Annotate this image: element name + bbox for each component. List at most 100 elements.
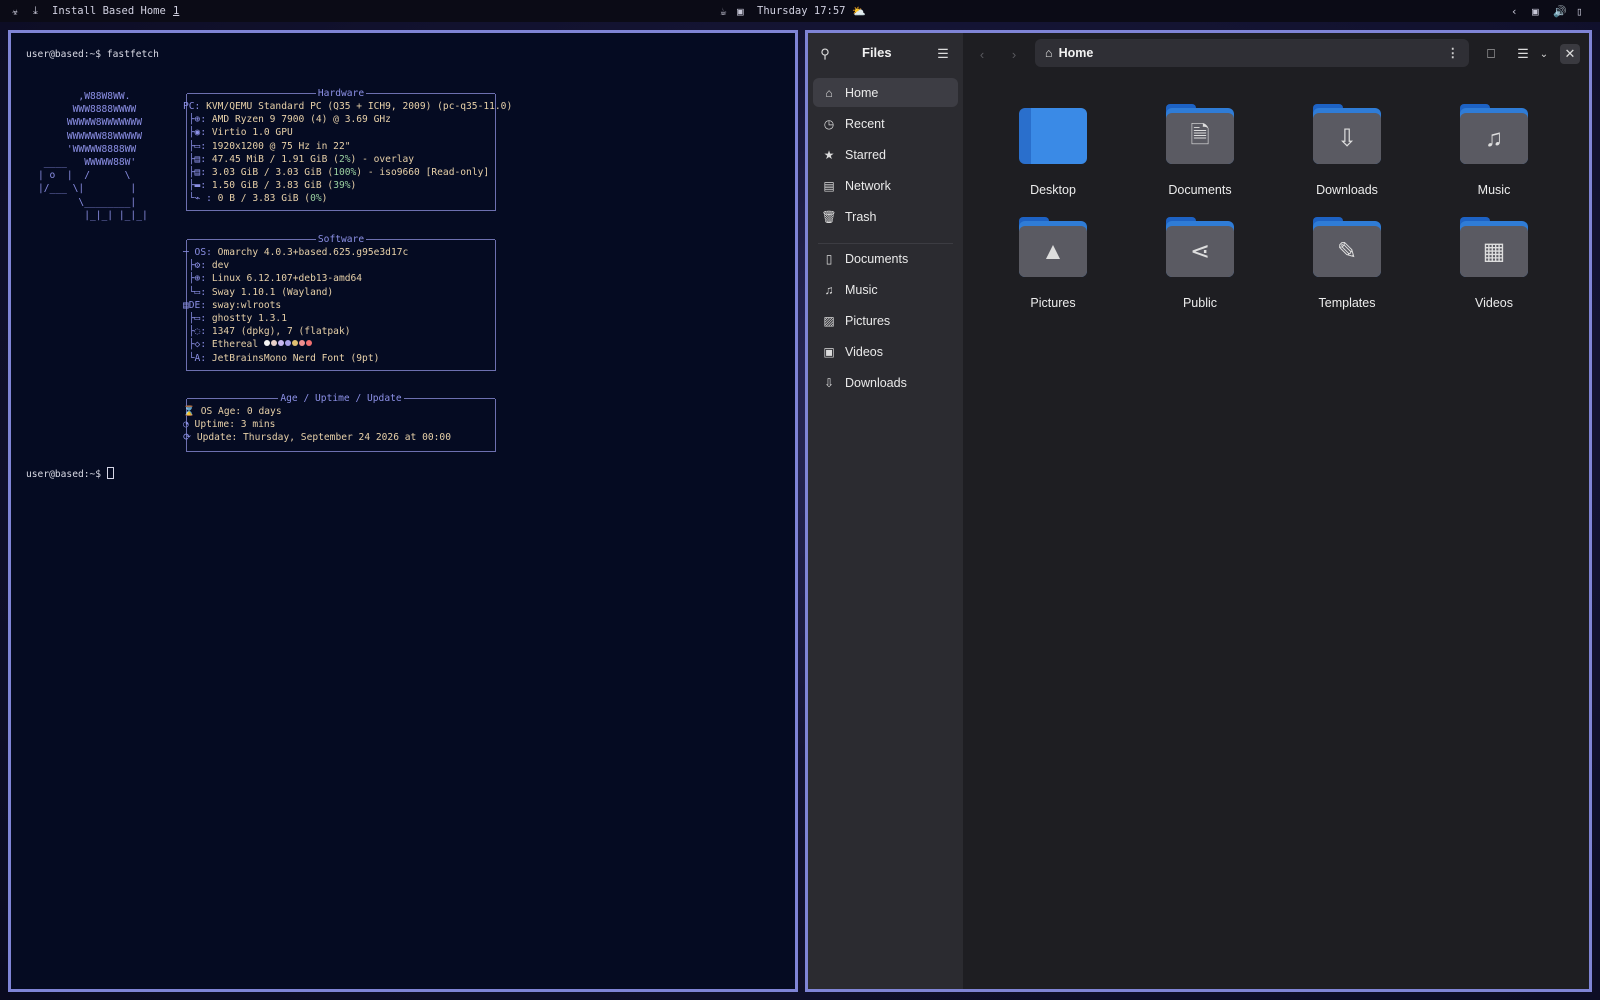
folder-public[interactable]: ⋖ Public — [1140, 193, 1260, 310]
hardware-percent: 39% — [333, 180, 351, 192]
software-value: 1347 (dpkg), 7 (flatpak) — [206, 326, 351, 338]
sidebar-item-videos[interactable]: ▣ Videos — [813, 337, 958, 366]
software-title: Software — [317, 233, 365, 245]
header-bar: ‹ › ⌂ Home ⋮ ⎕ ☰ ⌄ ✕ — [963, 33, 1589, 73]
path-label: Home — [1058, 46, 1094, 60]
sidebar: ⚲ Files ☰ ⌂ Home ◷ Recent ★ Starred ▤ Network 🗑 T… — [808, 33, 963, 989]
templates-folder-icon: ✎ — [1313, 217, 1381, 277]
age-line: ⟳ Update: Thursday, September 24 2026 at… — [183, 431, 451, 444]
software-line: ─ OS: Omarchy 4.0.3+based.625.g95e3d17c — [183, 246, 408, 259]
sidebar-item-starred[interactable]: ★ Starred — [813, 140, 958, 169]
files-window[interactable]: ⚲ Files ☰ ⌂ Home ◷ Recent ★ Starred ▤ Network 🗑 T… — [805, 30, 1592, 992]
folder-templates[interactable]: ✎ Templates — [1287, 193, 1407, 310]
forward-button[interactable]: › — [1003, 43, 1025, 65]
sidebar-item-pictures[interactable]: ▨ Pictures — [813, 306, 958, 335]
sidebar-item-home[interactable]: ⌂ Home — [813, 78, 958, 107]
hardware-value-tail: ) - iso9660 [Read-only] — [356, 167, 490, 179]
hardware-key: ├▤: — [183, 167, 207, 179]
back-button[interactable]: ‹ — [971, 43, 993, 65]
hamburger-menu-icon[interactable]: ☰ — [932, 43, 954, 65]
command-prompt: user@based:~$ fastfetch — [26, 49, 159, 60]
hardware-percent: 100% — [333, 167, 357, 179]
color-swatch — [270, 340, 277, 347]
workspace-indicator[interactable]: 1 — [173, 0, 179, 22]
recent-icon: ◷ — [823, 116, 835, 131]
starred-icon: ★ — [823, 147, 835, 162]
sidebar-item-label: Downloads — [845, 375, 907, 390]
software-key: └A: — [183, 352, 207, 364]
hardware-line: PC: KVM/QEMU Standard PC (Q35 + ICH9, 20… — [183, 100, 512, 113]
folder-music[interactable]: ♫ Music — [1434, 80, 1554, 197]
screen-icon[interactable]: ▣ — [1532, 0, 1539, 22]
software-value: Ethereal — [206, 339, 264, 351]
close-icon[interactable]: ✕ — [1560, 44, 1580, 64]
path-menu-icon[interactable]: ⋮ — [1447, 45, 1460, 60]
software-line: └A: JetBrainsMono Nerd Font (9pt) — [183, 352, 408, 365]
folder-label: Templates — [1318, 296, 1376, 310]
folder-label: Public — [1182, 296, 1218, 310]
hardware-value: 0 B / 3.83 GiB ( — [211, 193, 311, 205]
music-folder-icon: ♫ — [1460, 104, 1528, 164]
software-line: ├◌: 1347 (dpkg), 7 (flatpak) — [183, 325, 408, 338]
hardware-value: 1.50 GiB / 3.83 GiB ( — [206, 180, 334, 192]
software-key: ├▭: — [183, 313, 207, 325]
hardware-line: ├⊕: AMD Ryzen 9 7900 (4) @ 3.69 GHz — [183, 113, 512, 126]
list-view-icon[interactable]: ☰ — [1512, 43, 1534, 65]
weather-icon: ⛅ — [852, 4, 866, 18]
battery-icon[interactable]: ▯ — [1576, 0, 1583, 22]
hardware-value-tail: ) - overlay — [350, 153, 415, 165]
folder-downloads[interactable]: ⇩ Downloads — [1287, 80, 1407, 197]
documents-icon: ▯ — [825, 251, 833, 266]
trash-icon: 🗑 — [821, 209, 837, 224]
path-bar[interactable]: ⌂ Home ⋮ — [1035, 39, 1469, 67]
downloads-folder-icon: ⇩ — [1313, 104, 1381, 164]
pictures-icon: ▨ — [823, 313, 835, 328]
hardware-line: ├▤: 3.03 GiB / 3.03 GiB (100%) - iso9660… — [183, 166, 512, 179]
coffee-icon[interactable]: ☕ — [720, 0, 727, 22]
home-icon: ⌂ — [825, 85, 833, 100]
display-icon[interactable]: ▣ — [737, 0, 744, 22]
software-line: ├▭: ghostty 1.3.1 — [183, 312, 408, 325]
sidebar-item-network[interactable]: ▤ Network — [813, 171, 958, 200]
downloads-icon: ⇩ — [823, 375, 835, 390]
folder-documents[interactable]: 🗎 Documents — [1140, 80, 1260, 197]
chevron-down-icon[interactable]: ⌄ — [1533, 43, 1555, 65]
command-prompt-current[interactable]: user@based:~$ — [26, 467, 114, 481]
folder-grid: Desktop 🗎 Documents ⇩ Downloads ♫ Music ▲ Pictur… — [963, 73, 1589, 989]
sidebar-item-music[interactable]: ♫ Music — [813, 275, 958, 304]
terminal-window[interactable]: user@based:~$ fastfetch ,W88W8WW. WWW888… — [8, 30, 798, 992]
software-value: ghostty 1.3.1 — [206, 313, 287, 325]
sidebar-item-recent[interactable]: ◷ Recent — [813, 109, 958, 138]
hardware-value: KVM/QEMU Standard PC (Q35 + ICH9, 2009) … — [200, 101, 513, 112]
hardware-value: Virtio 1.0 GPU — [206, 127, 293, 139]
sidebar-item-label: Documents — [845, 251, 909, 266]
software-key: ├⊕: — [183, 273, 207, 285]
folder-desktop[interactable]: Desktop — [993, 80, 1113, 197]
hardware-title: Hardware — [317, 87, 365, 99]
desktop-folder-icon — [1019, 104, 1087, 164]
sidebar-item-downloads[interactable]: ⇩ Downloads — [813, 368, 958, 397]
hardware-line: ├◉: Virtio 1.0 GPU — [183, 126, 512, 139]
screenshot-icon[interactable]: ⎕ — [1480, 43, 1502, 65]
volume-icon[interactable]: 🔊 — [1553, 0, 1567, 22]
software-frame: Software ─ OS: Omarchy 4.0.3+based.625.g… — [183, 234, 496, 371]
chevron-left-icon[interactable]: ‹ — [1511, 0, 1518, 22]
clock[interactable]: Thursday 17:57 — [757, 0, 846, 22]
software-line: ├◇: Ethereal — [183, 338, 408, 351]
text-cursor — [106, 467, 114, 479]
distro-logo-icon[interactable]: ☣ — [12, 0, 19, 22]
hardware-value: 3.03 GiB / 3.03 GiB ( — [206, 167, 334, 179]
search-icon[interactable]: ⚲ — [814, 43, 836, 65]
sidebar-item-trash[interactable]: 🗑 Trash — [813, 202, 958, 231]
software-line: ▤DE: sway:wlroots — [183, 299, 408, 312]
folder-videos[interactable]: ▦ Videos — [1434, 193, 1554, 310]
folder-pictures[interactable]: ▲ Pictures — [993, 193, 1113, 310]
sidebar-title: Files — [862, 45, 892, 60]
sidebar-item-label: Trash — [845, 209, 877, 224]
sidebar-item-documents[interactable]: ▯ Documents — [813, 244, 958, 273]
hardware-key: ├◉: — [183, 127, 207, 139]
software-key: ├◌: — [183, 326, 207, 338]
public-folder-icon: ⋖ — [1166, 217, 1234, 277]
hardware-key: ├⊕: — [183, 114, 207, 126]
software-key: ─ OS: — [183, 247, 212, 258]
